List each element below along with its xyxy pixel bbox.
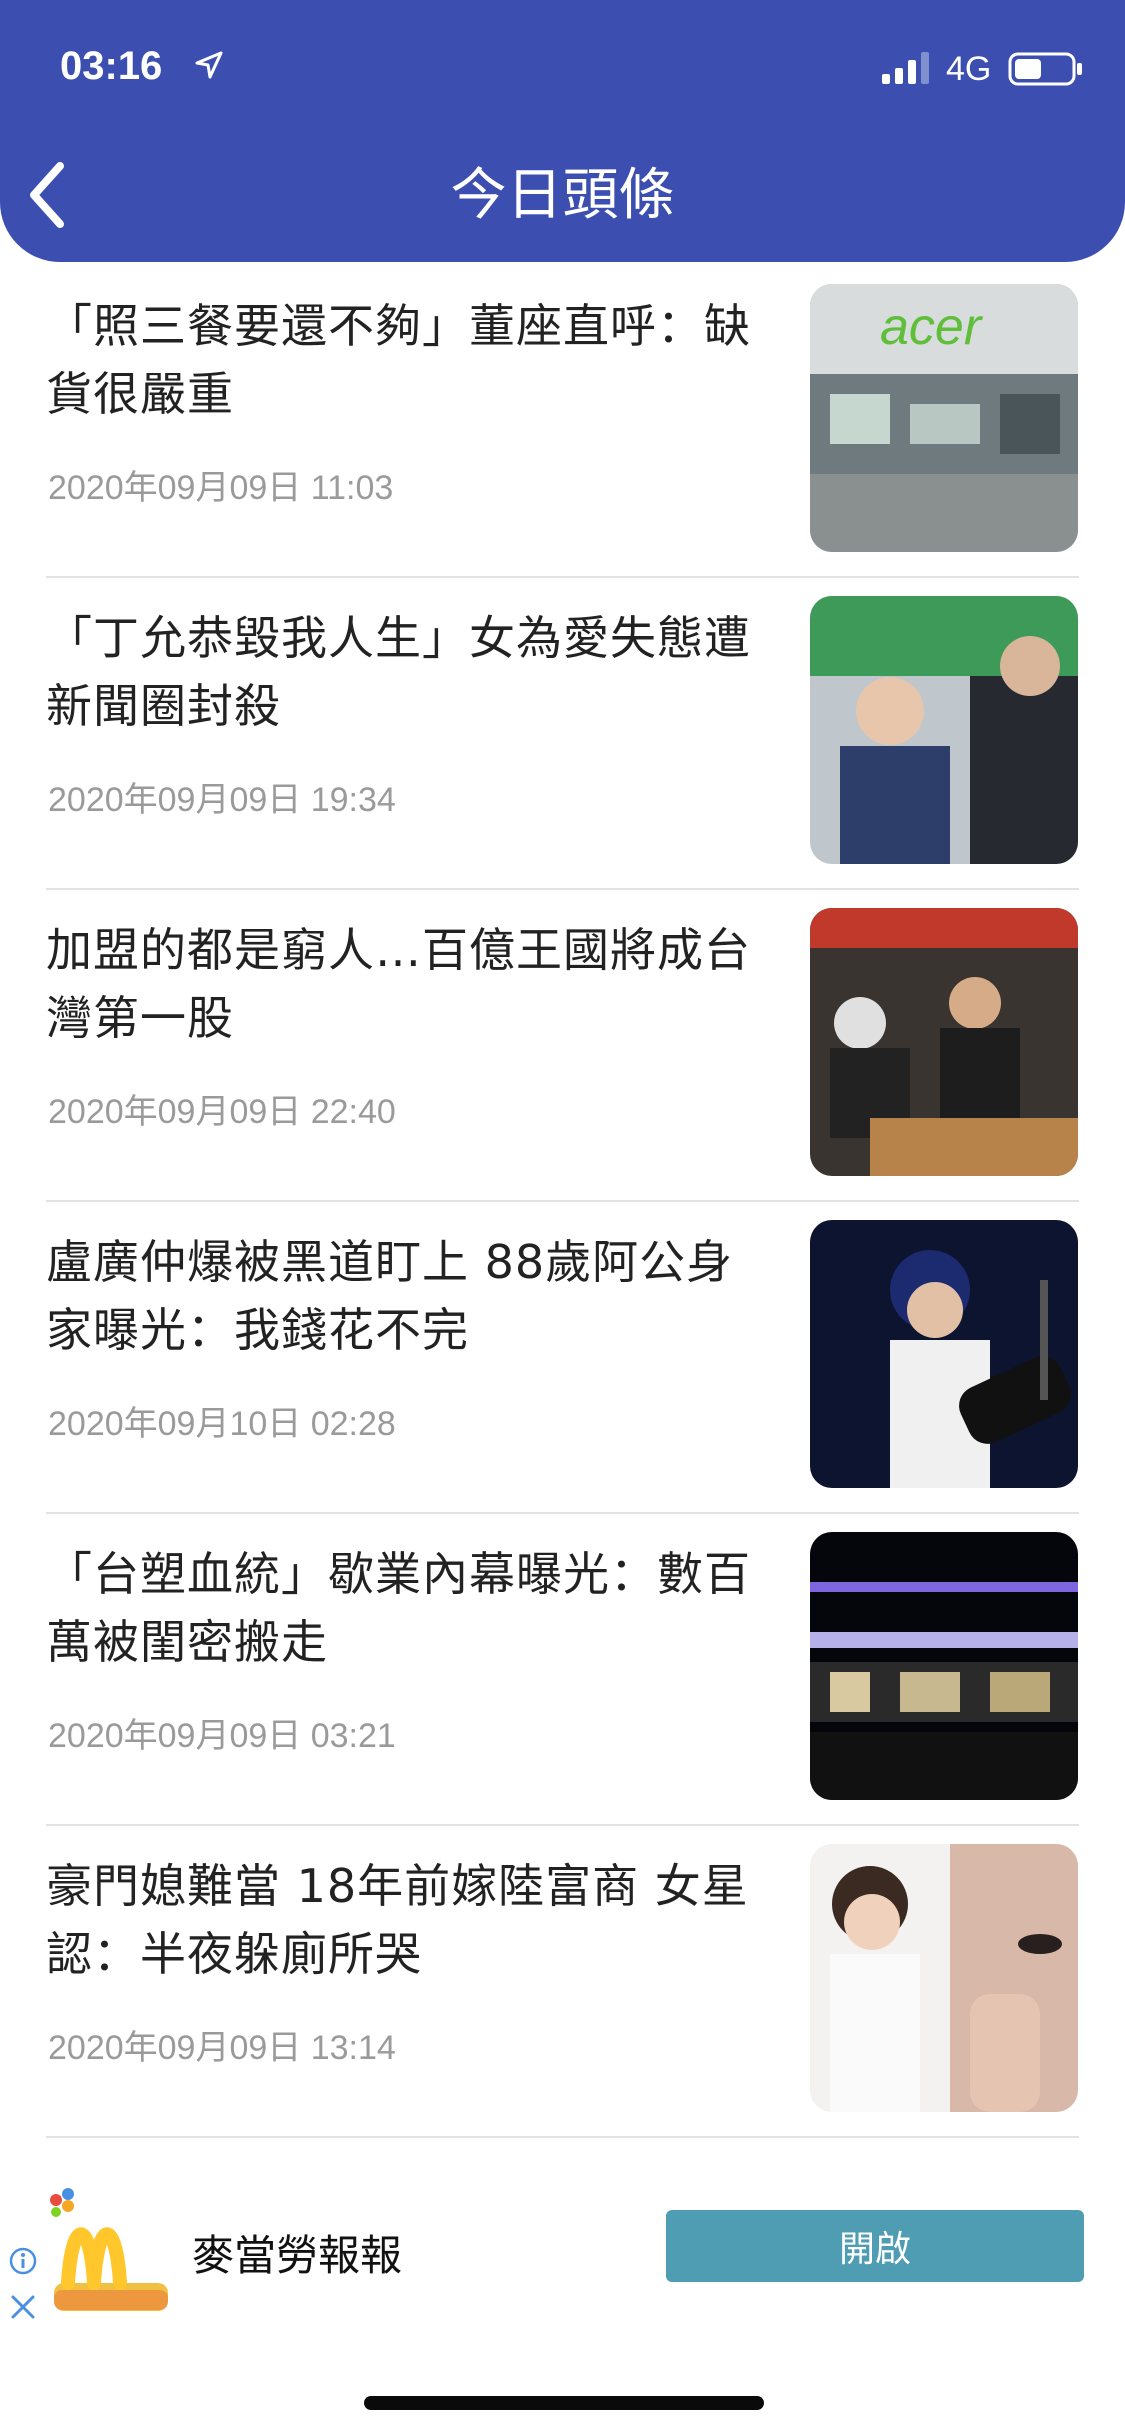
- news-title: 盧廣仲爆被黑道盯上 88歲阿公身家曝光：我錢花不完: [46, 1235, 734, 1357]
- divider: [46, 1200, 1079, 1202]
- divider: [46, 1512, 1079, 1514]
- news-item[interactable]: 豪門媳難當 18年前嫁陸富商 女星認：半夜躲廁所哭 2020年09月09日 13…: [0, 1844, 1125, 2164]
- info-icon[interactable]: [8, 2246, 38, 2276]
- news-date: 2020年09月09日 13:14: [48, 2029, 396, 2067]
- news-title: 「丁允恭毀我人生」女為愛失態遭新聞圈封殺: [46, 611, 751, 733]
- news-thumbnail: [810, 1532, 1078, 1800]
- news-date: 2020年09月09日 03:21: [48, 1717, 396, 1755]
- news-item[interactable]: 盧廣仲爆被黑道盯上 88歲阿公身家曝光：我錢花不完 2020年09月10日 02…: [0, 1220, 1125, 1540]
- news-item[interactable]: 「台塑血統」歇業內幕曝光：數百萬被閨密搬走 2020年09月09日 03:21: [0, 1532, 1125, 1852]
- news-date: 2020年09月10日 02:28: [48, 1405, 396, 1443]
- svg-text:acer: acer: [880, 298, 984, 356]
- news-title: 豪門媳難當 18年前嫁陸富商 女星認：半夜躲廁所哭: [46, 1859, 749, 1981]
- news-thumbnail: acer: [810, 284, 1078, 552]
- news-item[interactable]: 「照三餐要還不夠」董座直呼：缺貨很嚴重 2020年09月09日 11:03 ac…: [0, 284, 1125, 604]
- status-time: 03:16: [60, 44, 163, 88]
- divider: [46, 576, 1079, 578]
- news-item[interactable]: 加盟的都是窮人…百億王國將成台灣第一股 2020年09月09日 22:40: [0, 908, 1125, 1228]
- news-item[interactable]: 「丁允恭毀我人生」女為愛失態遭新聞圈封殺 2020年09月09日 19:34: [0, 596, 1125, 916]
- news-title: 加盟的都是窮人…百億王國將成台灣第一股: [46, 923, 751, 1045]
- mcdonalds-logo-icon: [50, 2188, 168, 2311]
- network-type: 4G: [946, 50, 992, 88]
- ad-title: 麥當勞報報: [192, 2231, 403, 2280]
- close-icon[interactable]: [10, 2294, 36, 2320]
- news-title: 「照三餐要還不夠」董座直呼：缺貨很嚴重: [46, 299, 751, 421]
- signal-bars-icon: [882, 52, 929, 84]
- news-thumbnail: [810, 1220, 1078, 1488]
- news-date: 2020年09月09日 19:34: [48, 781, 396, 819]
- location-arrow-icon: [195, 51, 223, 79]
- divider: [46, 1824, 1079, 1826]
- divider: [46, 888, 1079, 890]
- app-header: 03:16 4G 今日頭條: [0, 0, 1125, 262]
- ad-banner[interactable]: 麥當勞報報 開啟: [0, 2178, 1125, 2328]
- news-thumbnail: [810, 1844, 1078, 2112]
- news-thumbnail: [810, 596, 1078, 864]
- divider: [46, 2136, 1079, 2138]
- open-button[interactable]: 開啟: [666, 2210, 1084, 2282]
- page-title: 今日頭條: [450, 163, 675, 228]
- news-date: 2020年09月09日 22:40: [48, 1093, 396, 1131]
- news-title: 「台塑血統」歇業內幕曝光：數百萬被閨密搬走: [46, 1547, 751, 1669]
- news-date: 2020年09月09日 11:03: [48, 469, 394, 507]
- home-indicator[interactable]: [364, 2396, 764, 2410]
- news-thumbnail: [810, 908, 1078, 1176]
- battery-icon: [1008, 52, 1082, 86]
